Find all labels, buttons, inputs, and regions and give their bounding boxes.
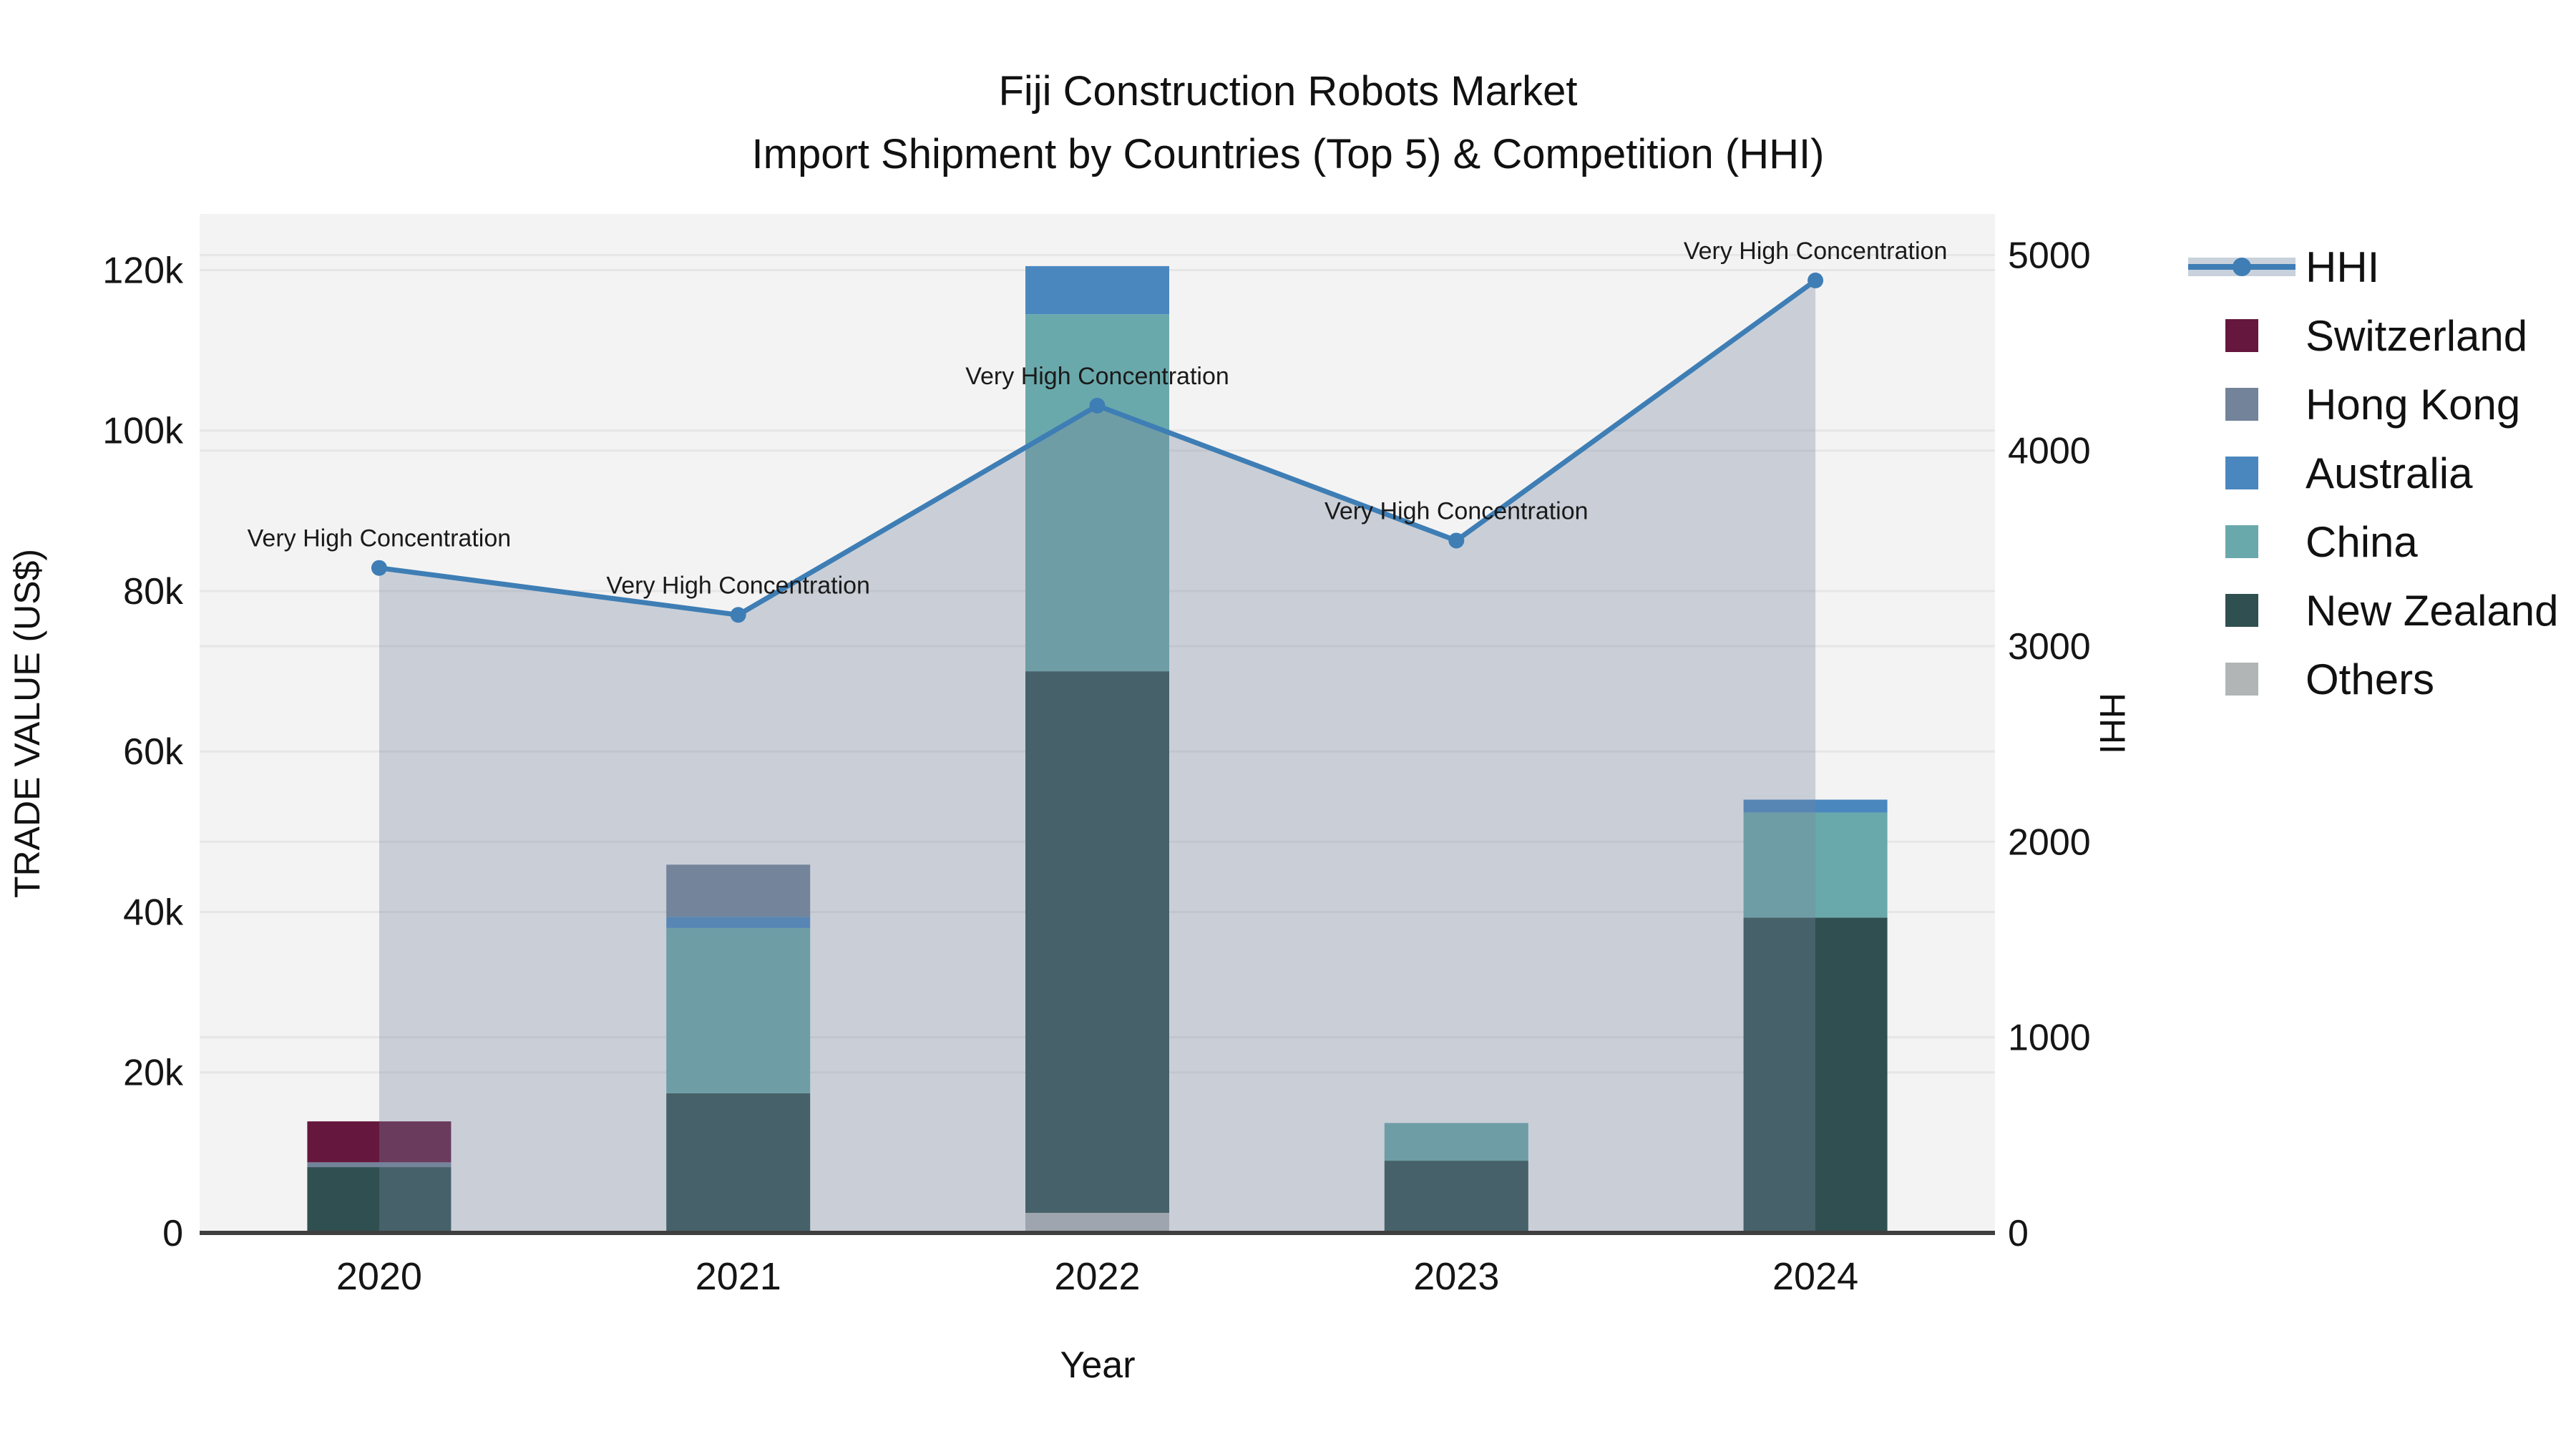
chart-canvas: Fiji Construction Robots Market Import S… <box>0 0 2576 1449</box>
y-right-tick-2000: 2000 <box>2008 821 2091 863</box>
legend-label-others: Others <box>2306 655 2435 703</box>
china-swatch <box>2188 507 2296 576</box>
legend-label-hhi: HHI <box>2306 243 2380 291</box>
y-left-tick-80k: 80k <box>123 571 184 613</box>
legend-label-china: China <box>2306 517 2418 566</box>
hhi-swatch <box>2188 233 2296 301</box>
annotation-2024: Very High Concentration <box>1684 238 1948 265</box>
legend-item-hhi[interactable]: HHI <box>2188 233 2559 301</box>
annotation-2022: Very High Concentration <box>965 363 1229 390</box>
hhi-marker-2023[interactable] <box>1448 532 1465 549</box>
y-left-tick-100k: 100k <box>102 411 184 452</box>
x-tick-label-2022: 2022 <box>1054 1255 1140 1298</box>
hhi-marker-2024[interactable] <box>1807 272 1824 288</box>
x-tick-label-2020: 2020 <box>336 1255 422 1298</box>
x-tick-label-2021: 2021 <box>696 1255 781 1298</box>
hhi-marker-2021[interactable] <box>730 607 746 623</box>
y-right-tick-1000: 1000 <box>2008 1018 2091 1059</box>
y-left-tick-120k: 120k <box>102 250 184 291</box>
others-swatch <box>2188 645 2296 713</box>
y-right-tick-5000: 5000 <box>2008 235 2091 276</box>
legend-item-china[interactable]: China <box>2188 507 2559 576</box>
australia-swatch <box>2188 439 2296 507</box>
legend-item-hong-kong[interactable]: Hong Kong <box>2188 370 2559 439</box>
china-color-square <box>2225 525 2258 558</box>
hhi-marker-swatch <box>2233 258 2251 276</box>
legend-item-switzerland[interactable]: Switzerland <box>2188 301 2559 370</box>
new-zealand-swatch <box>2188 576 2296 645</box>
y-right-tick-0: 0 <box>2008 1213 2029 1254</box>
legend-item-australia[interactable]: Australia <box>2188 439 2559 507</box>
x-tick-label-2024: 2024 <box>1772 1255 1858 1298</box>
australia-color-square <box>2225 457 2258 489</box>
plot-area: Very High Concentration Very High Concent… <box>102 214 2091 1298</box>
hong-kong-color-square <box>2225 388 2258 421</box>
hhi-marker-2020[interactable] <box>371 560 387 576</box>
legend-label-new-zealand: New Zealand <box>2306 586 2559 635</box>
legend-item-new-zealand[interactable]: New Zealand <box>2188 576 2559 645</box>
others-color-square <box>2225 663 2258 696</box>
legend-label-hong-kong: Hong Kong <box>2306 380 2521 429</box>
annotation-2023: Very High Concentration <box>1324 497 1589 525</box>
hong-kong-swatch <box>2188 370 2296 439</box>
annotation-2020: Very High Concentration <box>248 525 512 552</box>
switzerland-swatch <box>2188 301 2296 370</box>
x-tick-label-2023: 2023 <box>1413 1255 1499 1298</box>
y-left-tick-40k: 40k <box>123 892 184 933</box>
y-left-tick-20k: 20k <box>123 1053 184 1094</box>
bar-segment-australia-2022[interactable] <box>1025 265 1169 315</box>
y-right-tick-4000: 4000 <box>2008 431 2091 472</box>
legend-item-others[interactable]: Others <box>2188 645 2559 713</box>
y-left-tick-60k: 60k <box>123 731 184 773</box>
new-zealand-color-square <box>2225 594 2258 627</box>
legend-label-switzerland: Switzerland <box>2306 311 2528 360</box>
y-left-tick-0: 0 <box>162 1213 183 1254</box>
y-right-tick-3000: 3000 <box>2008 626 2091 668</box>
legend-label-australia: Australia <box>2306 449 2473 497</box>
annotation-2021: Very High Concentration <box>606 572 870 599</box>
legend: HHI Switzerland Hong Kong Australia China New… <box>2188 233 2559 713</box>
switzerland-color-square <box>2225 319 2258 352</box>
hhi-marker-2022[interactable] <box>1089 397 1106 414</box>
